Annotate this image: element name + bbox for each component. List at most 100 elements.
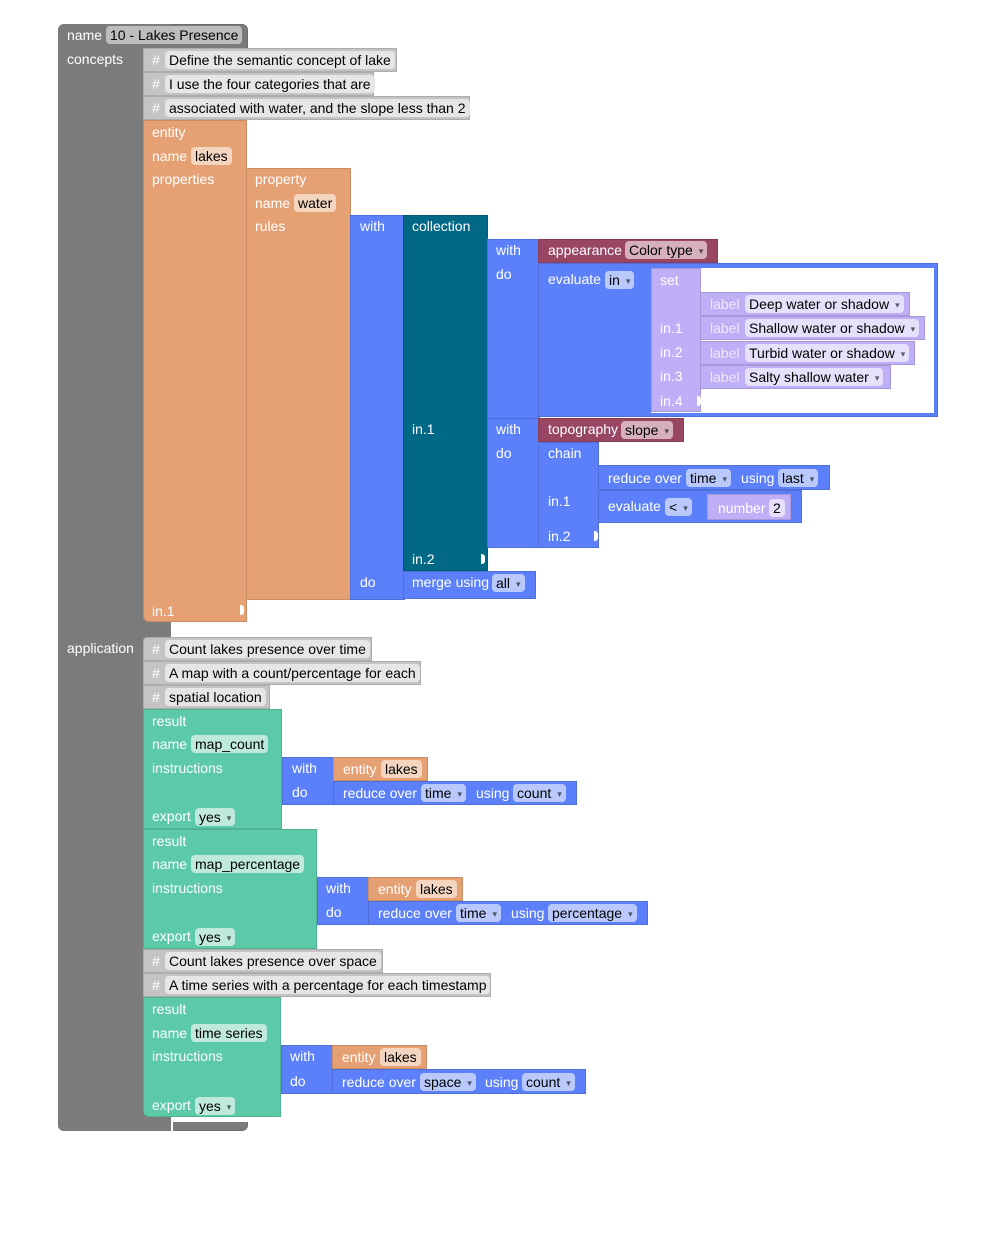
entity-name-field[interactable]: lakes (191, 147, 232, 165)
property-type-label: property (255, 171, 307, 187)
number-label: number (718, 500, 766, 516)
label-dropdown[interactable]: Salty shallow water (745, 368, 884, 386)
comment-block[interactable]: # A map with a count/percentage for each (143, 661, 421, 685)
comment-text[interactable]: A map with a count/percentage for each (165, 664, 420, 682)
result-name-label: name (152, 1025, 188, 1041)
label-block[interactable]: label Turbid water or shadow (700, 341, 915, 365)
comment-block[interactable]: # Count lakes presence over space (143, 949, 383, 973)
entity-ref-block[interactable]: entity lakes (333, 757, 428, 781)
reduce-using-dropdown[interactable]: percentage (548, 904, 637, 922)
comment-block[interactable]: # Count lakes presence over time (143, 637, 372, 661)
workflow-name-label: name (67, 27, 103, 43)
export-dropdown[interactable]: yes (195, 808, 236, 826)
property-name-field[interactable]: water (294, 194, 337, 212)
number-block[interactable]: number 2 (707, 494, 791, 520)
comment-text[interactable]: I use the four categories that are (165, 75, 375, 93)
comment-text[interactable]: spatial location (165, 688, 266, 706)
result-name-label: name (152, 856, 188, 872)
reduce-block[interactable]: reduce over space using count (332, 1069, 586, 1094)
hash-icon: # (152, 100, 160, 116)
with-label: with (360, 218, 385, 234)
comment-block[interactable]: # spatial location (143, 685, 270, 709)
topography-label: topography (548, 421, 619, 437)
appearance-label: appearance (548, 242, 622, 258)
with-do-block[interactable] (350, 215, 405, 600)
comment-block[interactable]: # I use the four categories that are (143, 72, 375, 96)
properties-label: properties (152, 171, 215, 187)
export-dropdown[interactable]: yes (195, 1097, 236, 1115)
label-dropdown[interactable]: Turbid water or shadow (745, 344, 910, 362)
export-dropdown[interactable]: yes (195, 928, 236, 946)
comment-block[interactable]: # A time series with a percentage for ea… (143, 973, 491, 997)
comment-text[interactable]: Count lakes presence over time (165, 640, 370, 658)
with-do-block[interactable] (487, 239, 540, 419)
entity-value[interactable]: lakes (381, 760, 422, 778)
comment-block[interactable]: # associated with water, and the slope l… (143, 96, 470, 120)
reduce-using-dropdown[interactable]: count (513, 784, 566, 802)
label-word: label (710, 296, 740, 312)
set-block[interactable] (651, 268, 701, 412)
do-label: do (292, 784, 308, 800)
comment-text[interactable]: Define the semantic concept of lake (165, 51, 395, 69)
reduce-over-dropdown[interactable]: time (686, 469, 731, 487)
set-in3-label: in.3 (660, 368, 683, 384)
reduce-label: reduce over (608, 470, 682, 486)
result-label: result (152, 1001, 187, 1017)
evaluate-op-dropdown[interactable]: < (665, 498, 692, 516)
label-word: label (710, 369, 740, 385)
merge-dropdown[interactable]: all (492, 574, 525, 592)
result-name-field[interactable]: map_percentage (191, 855, 305, 873)
set-in4-label: in.4 (660, 393, 683, 409)
reduce-over-dropdown[interactable]: time (456, 904, 501, 922)
label-block[interactable]: label Salty shallow water (700, 365, 891, 389)
with-label: with (292, 760, 317, 776)
label-dropdown[interactable]: Shallow water or shadow (745, 319, 920, 337)
comment-text[interactable]: A time series with a percentage for each… (165, 976, 491, 994)
label-dropdown[interactable]: Deep water or shadow (745, 295, 904, 313)
reduce-using-dropdown[interactable]: count (522, 1073, 575, 1091)
collection-label: collection (412, 218, 471, 234)
entity-block[interactable] (143, 120, 247, 622)
entity-type-label: entity (152, 124, 186, 140)
workflow-name-field[interactable]: 10 - Lakes Presence (106, 26, 243, 44)
instructions-label: instructions (152, 880, 223, 896)
entity-ref-block[interactable]: entity lakes (332, 1045, 427, 1069)
do-label: do (496, 445, 512, 461)
do-label: do (496, 266, 512, 282)
comment-text[interactable]: associated with water, and the slope les… (165, 99, 470, 117)
result-name-field[interactable]: time series (191, 1024, 267, 1042)
entity-in1-label: in.1 (152, 603, 175, 619)
reduce-block[interactable]: reduce over time using percentage (368, 901, 648, 925)
reduce-over-dropdown[interactable]: time (421, 784, 466, 802)
export-label: export (152, 1097, 191, 1113)
entity-label: entity (343, 761, 377, 777)
do-label: do (360, 574, 376, 590)
evaluate-op-dropdown[interactable]: in (605, 271, 635, 289)
reduce-block[interactable]: reduce over time using count (333, 781, 577, 805)
label-block[interactable]: label Deep water or shadow (700, 292, 910, 316)
label-block[interactable]: label Shallow water or shadow (700, 316, 925, 340)
reduce-over-dropdown[interactable]: space (420, 1073, 476, 1091)
with-label: with (326, 880, 351, 896)
reduce-label: reduce over (342, 1074, 416, 1090)
number-field[interactable]: 2 (769, 499, 785, 517)
comment-text[interactable]: Count lakes presence over space (165, 952, 381, 970)
comment-block[interactable]: # Define the semantic concept of lake (143, 48, 397, 72)
entity-value[interactable]: lakes (380, 1048, 421, 1066)
export-label: export (152, 928, 191, 944)
set-label: set (660, 272, 679, 288)
appearance-dropdown[interactable]: Color type (625, 241, 708, 259)
topography-dropdown[interactable]: slope (621, 421, 673, 439)
reduce-block[interactable]: reduce over time using last (598, 465, 830, 490)
result-name-field[interactable]: map_count (191, 735, 269, 753)
hash-icon: # (152, 953, 160, 969)
entity-ref-block[interactable]: entity lakes (368, 877, 463, 901)
reduce-using-dropdown[interactable]: last (778, 469, 819, 487)
reduce-label: reduce over (343, 785, 417, 801)
entity-value[interactable]: lakes (416, 880, 457, 898)
with-label: with (496, 242, 521, 258)
hash-icon: # (152, 52, 160, 68)
using-label: using (741, 470, 775, 486)
collection-block[interactable] (403, 215, 488, 571)
hash-icon: # (152, 641, 160, 657)
